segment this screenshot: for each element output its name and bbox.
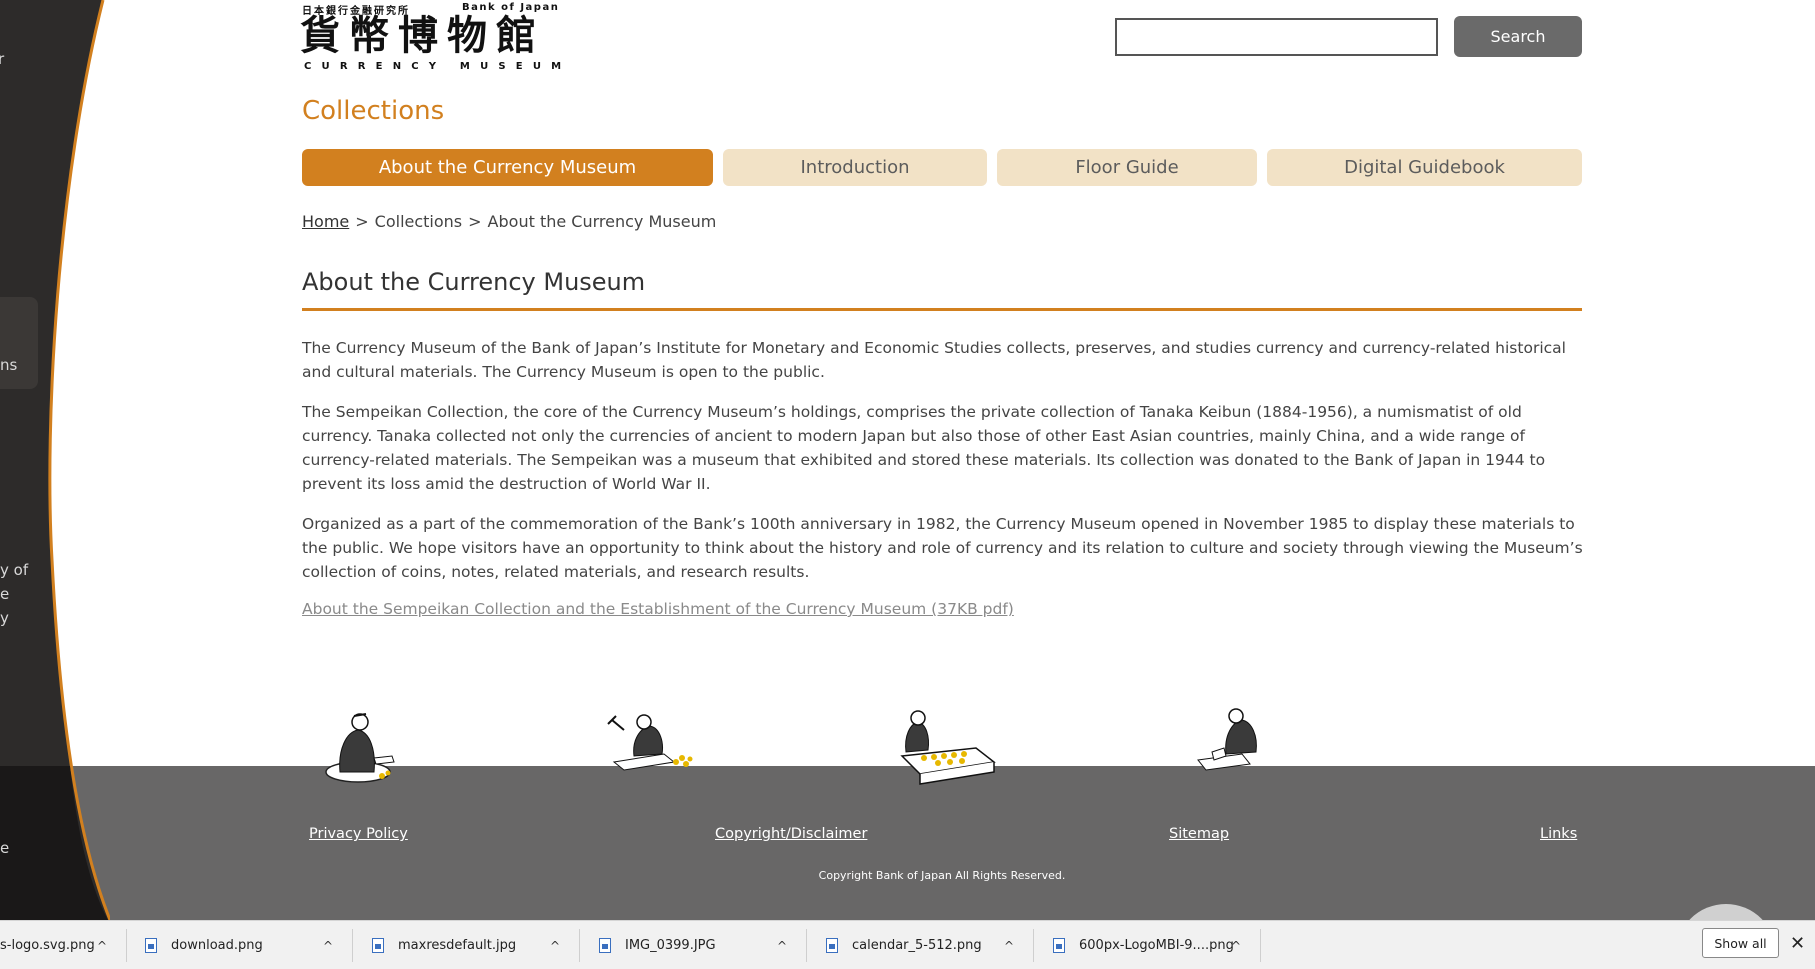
sidebar-fragment[interactable]: e (0, 585, 9, 603)
craftsman-seated-illustration (325, 713, 395, 783)
breadcrumb-collections: Collections (374, 212, 463, 231)
sidebar-decoration (0, 0, 110, 920)
footer-links-link[interactable]: Links (1540, 826, 1577, 842)
chevron-up-icon[interactable]: ^ (323, 939, 333, 953)
logo-main-text: 貨幣博物館 (300, 12, 545, 59)
download-filename: calendar_5-512.png (852, 938, 982, 953)
breadcrumb-separator: > (355, 212, 369, 231)
download-filename: download.png (171, 938, 263, 953)
logo-sub-text: CURRENCY MUSEUM (304, 61, 572, 72)
heading-divider (302, 308, 1582, 311)
tab-floor-guide[interactable]: Floor Guide (997, 149, 1257, 186)
download-item[interactable]: download.png ^ (145, 921, 333, 969)
download-divider (1260, 929, 1261, 962)
breadcrumb-current: About the Currency Museum (487, 212, 717, 231)
craftsman-hammering-illustration (607, 714, 693, 771)
footer-copyright-disclaimer-link[interactable]: Copyright/Disclaimer (715, 826, 867, 842)
sidebar-fragment[interactable]: y of (0, 561, 28, 579)
craftsman-working-illustration (1197, 708, 1257, 771)
intro-paragraph: The Currency Museum of the Bank of Japan… (302, 339, 1566, 381)
sempeikan-paragraph: The Sempeikan Collection, the core of th… (302, 403, 1546, 493)
sidebar-fragment[interactable]: ns (0, 356, 17, 374)
file-icon (1053, 938, 1065, 953)
download-filename: maxresdefault.jpg (398, 938, 517, 953)
file-icon (826, 938, 838, 953)
currency-museum-logo[interactable]: 日本銀行金融研究所 Bank of Japan 貨幣博物館 CURRENCY M… (300, 0, 572, 74)
sidebar-fragment[interactable]: y (0, 609, 9, 627)
download-divider (1033, 929, 1034, 962)
footer-privacy-policy-link[interactable]: Privacy Policy (309, 826, 408, 842)
site-footer (60, 766, 1815, 920)
section-title: Collections (302, 96, 445, 126)
tab-introduction[interactable]: Introduction (723, 149, 987, 186)
chevron-up-icon[interactable]: ^ (550, 939, 560, 953)
download-filename: 600px-LogoMBI-9....png (1079, 938, 1234, 953)
sidebar-active-item[interactable] (0, 297, 38, 389)
download-divider (806, 929, 807, 962)
tab-about-currency-museum[interactable]: About the Currency Museum (302, 149, 713, 186)
anniversary-paragraph: Organized as a part of the commemoration… (302, 515, 1583, 581)
footer-sitemap-link[interactable]: Sitemap (1169, 826, 1229, 842)
close-icon[interactable]: ✕ (1790, 933, 1805, 954)
sempeikan-pdf-link[interactable]: About the Sempeikan Collection and the E… (302, 600, 1014, 618)
download-filename: s-logo.svg.png (0, 938, 95, 953)
breadcrumb: Home > Collections > About the Currency Muse… (302, 212, 716, 231)
breadcrumb-home-link[interactable]: Home (302, 212, 349, 231)
download-item[interactable]: s-logo.svg.png ^ (0, 921, 107, 969)
sidebar-fragment[interactable]: r (0, 50, 4, 68)
footer-copyright: Copyright Bank of Japan All Rights Reser… (818, 869, 1066, 882)
breadcrumb-separator: > (468, 212, 482, 231)
file-icon (145, 938, 157, 953)
chevron-up-icon[interactable]: ^ (97, 939, 107, 953)
chevron-up-icon[interactable]: ^ (1231, 939, 1241, 953)
sidebar-fragment[interactable]: e (0, 839, 9, 857)
download-item[interactable]: 600px-LogoMBI-9....png ^ (1053, 921, 1241, 969)
download-item[interactable]: maxresdefault.jpg ^ (372, 921, 560, 969)
search-input[interactable] (1115, 18, 1438, 56)
tab-digital-guidebook[interactable]: Digital Guidebook (1267, 149, 1582, 186)
download-divider (126, 929, 127, 962)
search-button[interactable]: Search (1454, 16, 1582, 57)
download-filename: IMG_0399.JPG (625, 938, 716, 953)
download-divider (352, 929, 353, 962)
coin-tray-worker-illustration (900, 710, 996, 785)
page-title: About the Currency Museum (302, 268, 646, 296)
chevron-up-icon[interactable]: ^ (1004, 939, 1014, 953)
file-icon (372, 938, 384, 953)
file-icon (599, 938, 611, 953)
downloads-bar: s-logo.svg.png ^ download.png ^ maxresde… (0, 920, 1815, 969)
download-item[interactable]: calendar_5-512.png ^ (826, 921, 1014, 969)
chevron-up-icon[interactable]: ^ (777, 939, 787, 953)
download-item[interactable]: IMG_0399.JPG ^ (599, 921, 787, 969)
show-all-downloads-button[interactable]: Show all (1702, 928, 1779, 958)
download-divider (579, 929, 580, 962)
